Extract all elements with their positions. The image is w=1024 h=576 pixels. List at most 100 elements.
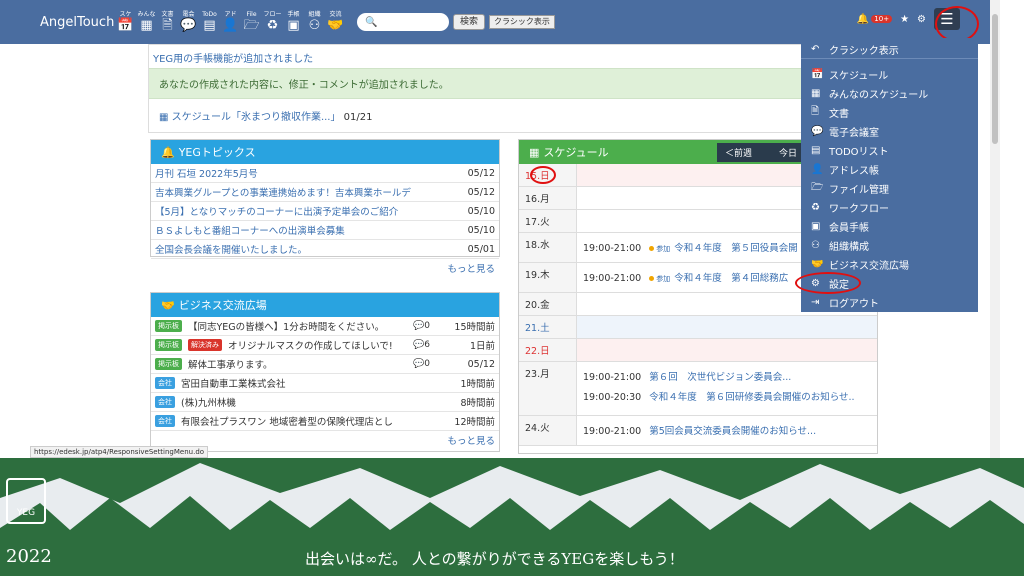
- nav-item-8[interactable]: 手帳 ▣: [284, 11, 303, 33]
- schedule-day-row[interactable]: 22.日: [519, 339, 877, 362]
- topic-row[interactable]: ＢＳよしもと番組コーナーへの出演単会募集 05/10: [151, 221, 499, 240]
- nav-item-9[interactable]: 組織 ⚇: [305, 11, 324, 33]
- notice-link-text[interactable]: スケジュール「氷まつり撤収作業...」: [172, 112, 341, 123]
- nav-item-1[interactable]: みんな ▦: [137, 11, 156, 33]
- topic-row[interactable]: 月刊 石垣 2022年5月号 05/12: [151, 164, 499, 183]
- classic-view-button[interactable]: クラシック表示: [489, 15, 555, 29]
- nav-item-0[interactable]: スケ 📅: [116, 11, 135, 33]
- menu-item-address[interactable]: 👤 アドレス帳: [801, 160, 978, 179]
- topic-title[interactable]: 吉本興業グループとの事業連携始めます！吉本興業ホールデ: [155, 185, 455, 199]
- schedule-day-row[interactable]: 24.火 19:00-21:00 第5回会員交流委員会開催のお知らせ...: [519, 416, 877, 446]
- biz-row[interactable]: 会社 (株)九州林機 8時間前: [151, 393, 499, 412]
- notice-link-date: 01/21: [343, 112, 373, 123]
- red-circle-annotation: [935, 6, 979, 42]
- biz-tag: 掲示板: [155, 339, 182, 351]
- schedule-event[interactable]: 19:00-21:00 第5回会員交流委員会開催のお知らせ...: [583, 423, 871, 437]
- org-icon: ⚇: [811, 240, 820, 251]
- schedule-date: 22.日: [519, 339, 577, 361]
- topic-title[interactable]: 月刊 石垣 2022年5月号: [155, 166, 455, 180]
- menu-item-group-calendar[interactable]: ▦ みんなのスケジュール: [801, 84, 978, 103]
- menu-item-workflow[interactable]: ♻ ワークフロー: [801, 198, 978, 217]
- event-title[interactable]: 第６回 次世代ビジョン委員会...: [649, 372, 791, 383]
- menu-item-org[interactable]: ⚇ 組織構成: [801, 236, 978, 255]
- search-input[interactable]: [383, 17, 444, 27]
- attend-label: 参加: [656, 275, 671, 283]
- menu-item-calendar[interactable]: 📅 スケジュール: [801, 65, 978, 84]
- nav-item-2[interactable]: 文書 🗎: [158, 11, 177, 33]
- topics-more-link[interactable]: もっと見る: [151, 259, 499, 277]
- menu-item-label: クラシック表示: [829, 45, 899, 57]
- nav-item-5[interactable]: アド 👤: [221, 11, 240, 33]
- biz-title[interactable]: オリジナルマスクの作成してほしいで!: [228, 338, 413, 352]
- topic-row[interactable]: 【5月】となりマッチのコーナーに出演予定単会のご紹介 05/10: [151, 202, 499, 221]
- nav-item-6[interactable]: File 🗁: [242, 11, 261, 33]
- notebook-icon: ▣: [811, 221, 821, 232]
- event-time: 19:00-20:30: [583, 392, 642, 403]
- menu-item-notebook[interactable]: ▣ 会員手帳: [801, 217, 978, 236]
- banner-year: 2022: [6, 546, 52, 567]
- prev-week-button[interactable]: ＜前週: [725, 146, 752, 159]
- topic-title[interactable]: 全国会長会議を開催いたしました。: [155, 242, 455, 256]
- topic-row[interactable]: 全国会長会議を開催いたしました。 05/01: [151, 240, 499, 259]
- menu-item-label: ログアウト: [829, 299, 879, 310]
- schedule-day-row[interactable]: 23.月 19:00-21:00 第６回 次世代ビジョン委員会... 19:00-20…: [519, 362, 877, 416]
- schedule-day-row[interactable]: 21.土: [519, 316, 877, 339]
- menu-item-undo[interactable]: ↶ クラシック表示: [801, 40, 978, 59]
- brand-logo[interactable]: AngelTouch: [40, 15, 114, 30]
- biz-title[interactable]: 【同志YEGの皆様へ】1分お時間をください。: [188, 319, 413, 333]
- biz-row[interactable]: 会社 宮田自動車工業株式会社 1時間前: [151, 374, 499, 393]
- notice-link[interactable]: ▦ スケジュール「氷まつり撤収作業...」 01/21: [149, 99, 877, 132]
- schedule-date: 19.木: [519, 263, 577, 292]
- yeg-logo: YEG: [6, 478, 46, 524]
- event-title[interactable]: 令和４年度 第６回研修委員会開催のお知らせ..: [649, 392, 854, 403]
- schedule-date: 17.火: [519, 210, 577, 232]
- handshake-icon: 🤝: [811, 259, 824, 270]
- star-icon[interactable]: ★: [900, 14, 909, 25]
- calendar-icon: ▦: [529, 146, 540, 159]
- biz-row[interactable]: 掲示板 【同志YEGの皆様へ】1分お時間をください。 💬0 15時間前: [151, 317, 499, 336]
- menu-item-label: 会員手帳: [829, 223, 869, 234]
- topic-title[interactable]: 【5月】となりマッチのコーナーに出演予定単会のご紹介: [155, 204, 455, 218]
- nav-icon-bar: スケ 📅 みんな ▦ 文書 🗎 電会 💬 ToDo ▤ アド 👤 File 🗁 フロー ♻ 手帳 ▣ 組織 ⚇ 交流 🤝: [116, 11, 345, 33]
- schedule-event[interactable]: 19:00-20:30 令和４年度 第６回研修委員会開催のお知らせ..: [583, 389, 871, 403]
- biz-title[interactable]: 解体工事承ります。: [188, 357, 413, 371]
- search-box[interactable]: 🔍: [357, 13, 449, 31]
- biz-row[interactable]: 掲示板 解体工事承ります。 💬0 05/12: [151, 355, 499, 374]
- workflow-icon: ♻: [266, 18, 279, 33]
- search-button[interactable]: 検索: [453, 14, 486, 30]
- biz-title[interactable]: 有限会社プラスワン 地域密着型の保険代理店とし: [181, 414, 443, 428]
- event-title[interactable]: 令和４年度 第５回役員会開: [674, 243, 798, 254]
- biz-row[interactable]: 掲示板 解決済み オリジナルマスクの作成してほしいで! 💬6 1日前: [151, 336, 499, 355]
- biz-row[interactable]: 会社 有限会社プラスワン 地域密着型の保険代理店とし 12時間前: [151, 412, 499, 431]
- document-icon: 🗎: [811, 106, 820, 117]
- menu-item-document[interactable]: 🗎 文書: [801, 103, 978, 122]
- biz-date: 12時間前: [454, 417, 495, 428]
- undo-icon: ↶: [811, 43, 820, 55]
- comment-count: 💬0: [413, 321, 430, 331]
- nav-item-10[interactable]: 交流 🤝: [326, 11, 345, 33]
- gear-icon[interactable]: ⚙: [917, 14, 926, 25]
- menu-item-folder[interactable]: 🗁 ファイル管理: [801, 179, 978, 198]
- menu-item-chat[interactable]: 💬 電子会議室: [801, 122, 978, 141]
- bell-icon[interactable]: 🔔: [857, 14, 869, 25]
- biz-title[interactable]: (株)九州林機: [181, 395, 443, 409]
- scrollbar[interactable]: [990, 0, 1000, 460]
- schedule-date: 18.水: [519, 233, 577, 262]
- today-button[interactable]: 今日: [779, 146, 797, 159]
- notice-title[interactable]: YEG用の手帳機能が追加されました: [149, 45, 877, 68]
- nav-item-3[interactable]: 電会 💬: [179, 11, 198, 33]
- menu-item-logout[interactable]: ⇥ ログアウト: [801, 293, 978, 312]
- event-title[interactable]: 第5回会員交流委員会開催のお知らせ...: [649, 426, 816, 437]
- schedule-event[interactable]: 19:00-21:00 第６回 次世代ビジョン委員会...: [583, 369, 871, 383]
- scrollbar-thumb[interactable]: [992, 14, 998, 144]
- calendar-icon: ▦: [159, 112, 169, 123]
- topic-title[interactable]: ＢＳよしもと番組コーナーへの出演単会募集: [155, 223, 455, 237]
- topic-row[interactable]: 吉本興業グループとの事業連携始めます！吉本興業ホールデ 05/12: [151, 183, 499, 202]
- biz-tag: 掲示板: [155, 358, 182, 370]
- group-calendar-icon: ▦: [140, 18, 153, 33]
- menu-item-todo[interactable]: ▤ TODOリスト: [801, 141, 978, 160]
- nav-item-7[interactable]: フロー ♻: [263, 11, 282, 33]
- biz-title[interactable]: 宮田自動車工業株式会社: [181, 376, 443, 390]
- nav-item-4[interactable]: ToDo ▤: [200, 11, 219, 33]
- event-title[interactable]: 令和４年度 第４回総務広: [674, 273, 788, 284]
